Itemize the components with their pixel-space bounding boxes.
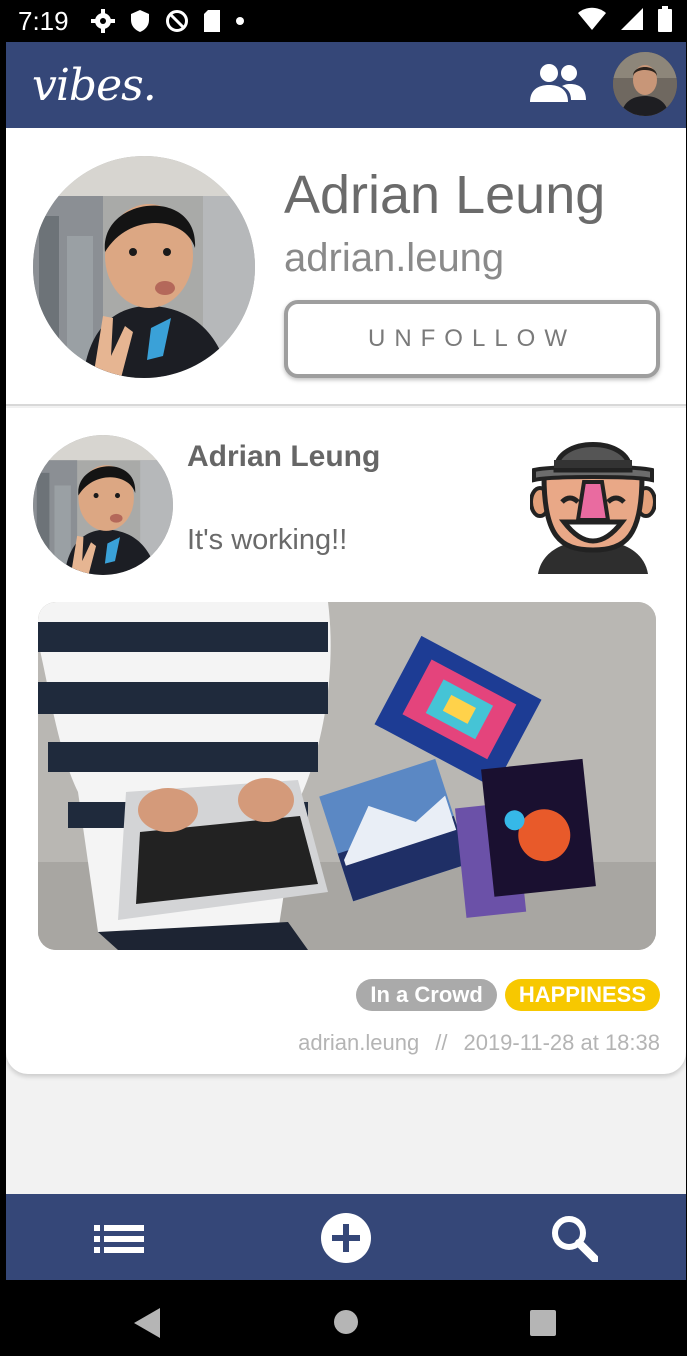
user-avatar[interactable] [613, 52, 677, 116]
post-meta: adrian.leung // 2019-11-28 at 18:38 [298, 1030, 660, 1056]
profile-header: Adrian Leung adrian.leung UNFOLLOW [6, 128, 686, 406]
meta-username[interactable]: adrian.leung [298, 1030, 419, 1056]
unfollow-button[interactable]: UNFOLLOW [284, 300, 660, 378]
sd-card-icon [203, 10, 220, 32]
post-photo[interactable] [38, 602, 656, 950]
list-icon[interactable] [94, 1224, 144, 1254]
add-icon[interactable] [320, 1212, 372, 1264]
profile-handle: adrian.leung [284, 236, 505, 280]
status-icons-right [578, 6, 672, 32]
profile-name: Adrian Leung [284, 165, 606, 225]
notification-dot-icon [235, 17, 244, 25]
status-time: 7:19 [18, 5, 69, 36]
bottom-nav [6, 1194, 686, 1280]
mood-tags: In a Crowd HAPPINESS [356, 979, 660, 1011]
status-bar: 7:19 [6, 0, 686, 42]
app-bar: vibes. [6, 42, 686, 128]
mood-avatar-icon [530, 442, 656, 574]
signal-icon [621, 8, 643, 30]
post-card[interactable]: Adrian Leung It's working!! In a Crowd H… [6, 408, 686, 1074]
gear-icon [90, 9, 115, 33]
system-nav-bar [6, 1280, 686, 1356]
post-text: It's working!! [187, 524, 348, 556]
search-icon[interactable] [550, 1214, 598, 1262]
post-author-name[interactable]: Adrian Leung [187, 440, 380, 474]
shield-icon [130, 10, 149, 32]
meta-timestamp: 2019-11-28 at 18:38 [463, 1030, 660, 1055]
app-screen: 7:19 vibes. Adrian Leung adrian.leung UN… [6, 0, 686, 1356]
wifi-icon [578, 7, 606, 30]
battery-icon [658, 6, 672, 32]
status-icons-left [90, 9, 245, 33]
meta-separator: // [435, 1030, 448, 1055]
tag-situation[interactable]: In a Crowd [356, 979, 497, 1011]
post-author-avatar[interactable] [33, 435, 173, 575]
home-icon[interactable] [333, 1309, 359, 1335]
app-logo[interactable]: vibes. [32, 60, 157, 111]
tag-mood[interactable]: HAPPINESS [504, 979, 660, 1011]
recents-icon[interactable] [530, 1310, 556, 1336]
profile-avatar [33, 156, 255, 378]
no-sync-icon [165, 10, 188, 32]
people-icon[interactable] [528, 62, 588, 104]
back-icon[interactable] [134, 1308, 160, 1338]
